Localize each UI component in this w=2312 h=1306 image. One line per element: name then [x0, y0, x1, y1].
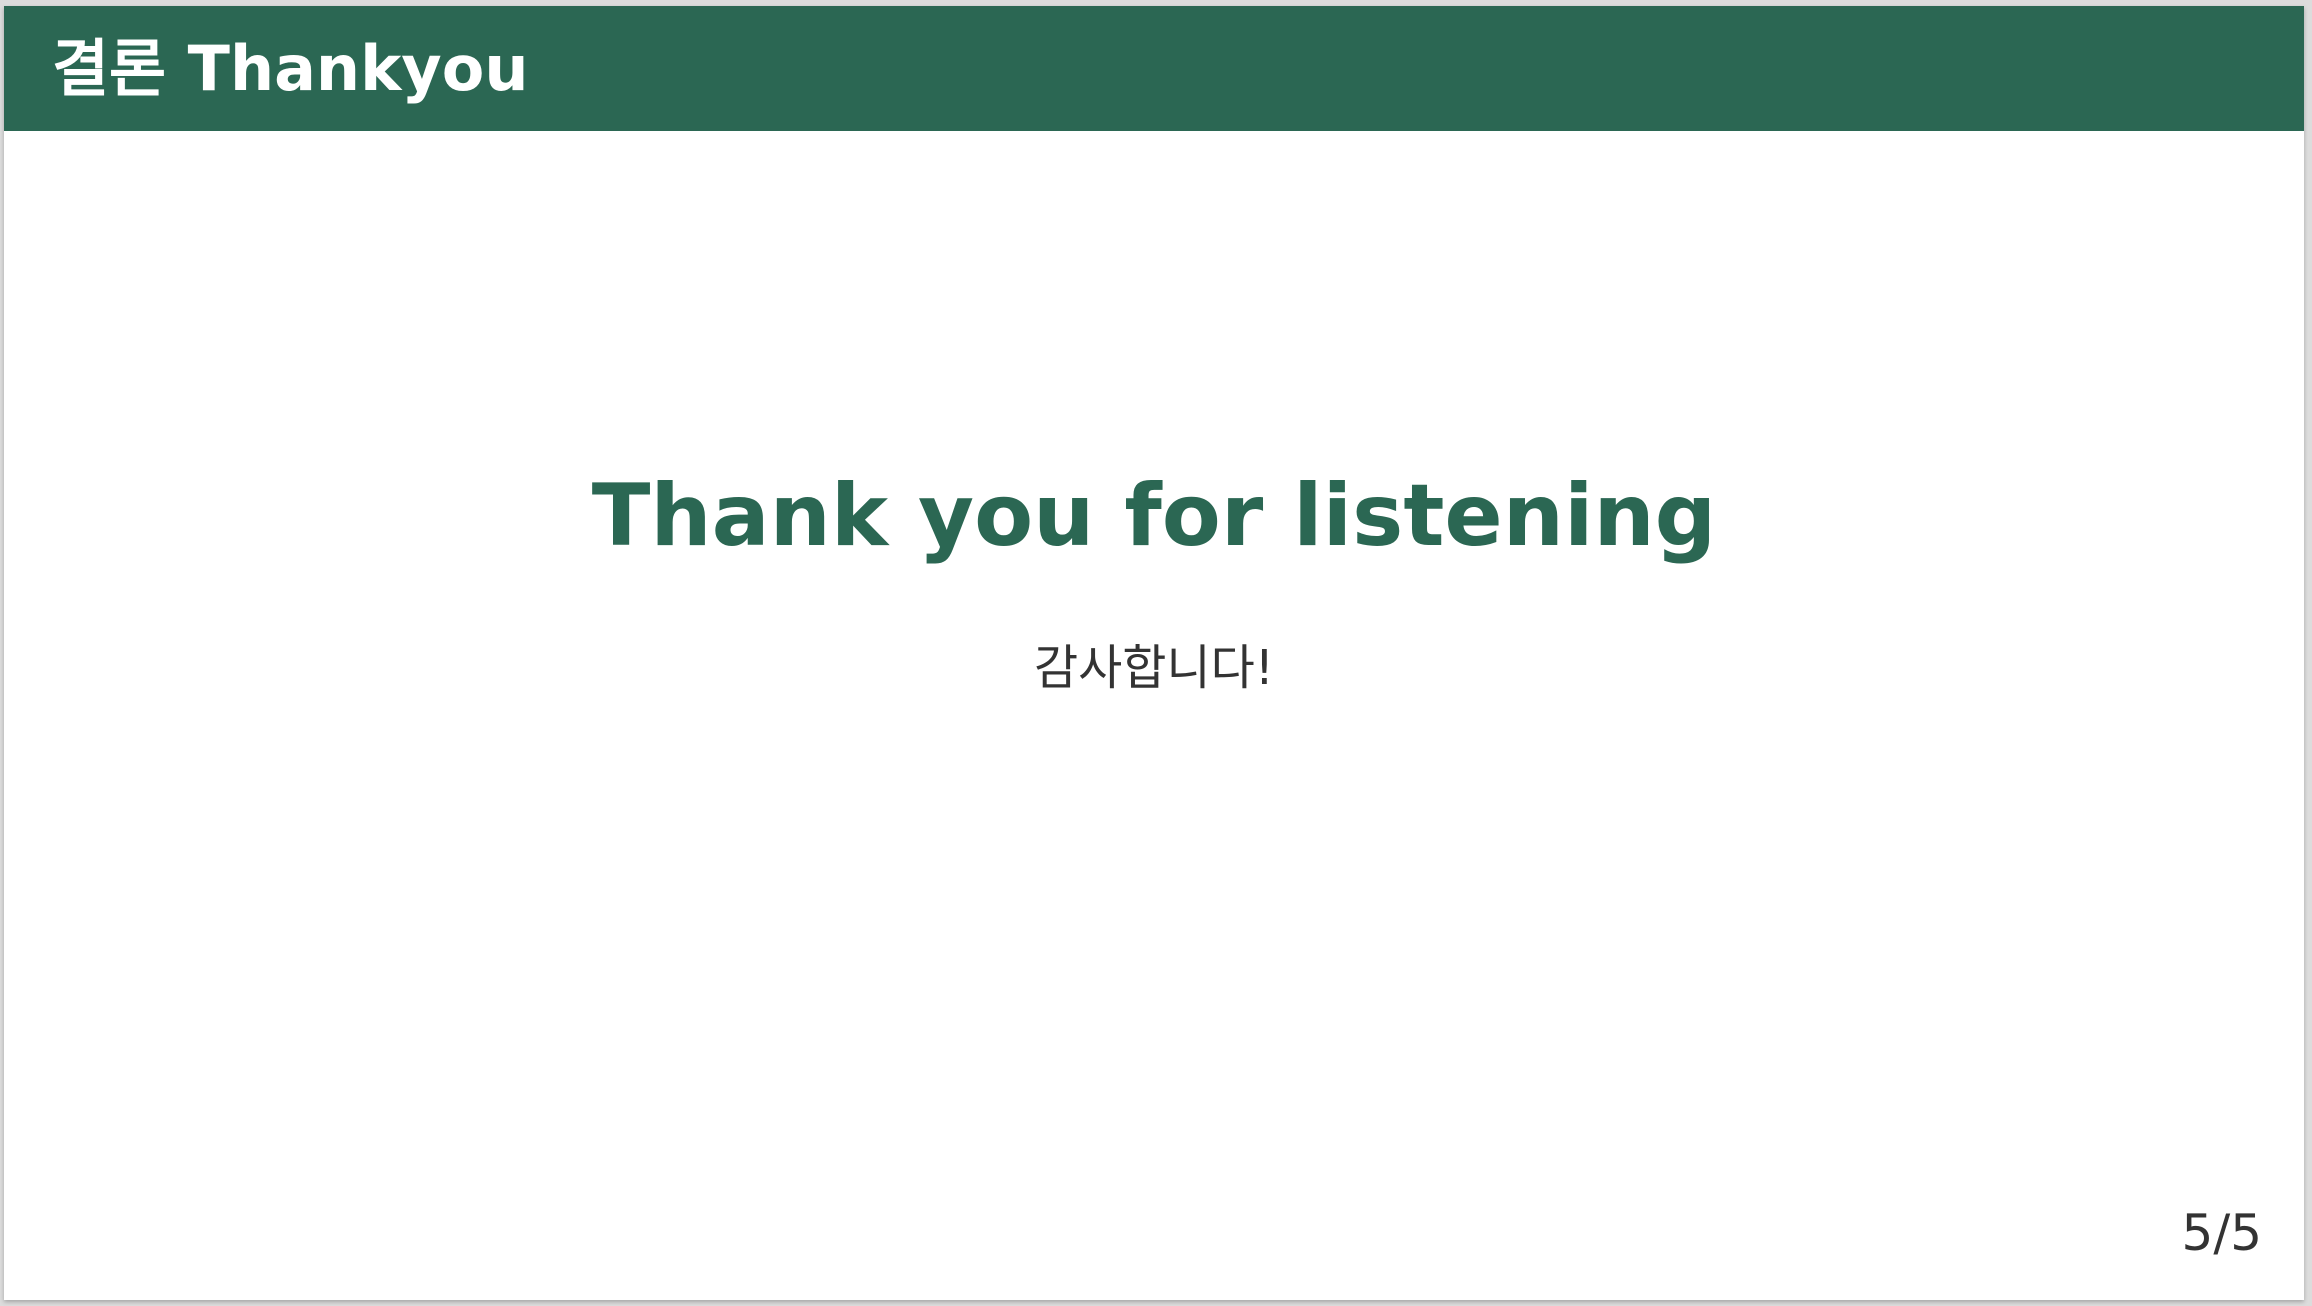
header-title: 결론 Thankyou	[52, 32, 529, 105]
page-number: 5/5	[2181, 1204, 2262, 1262]
main-title: Thank you for listening	[591, 466, 1717, 566]
header-bar: 결론 Thankyou	[4, 6, 2304, 131]
slide: 결론 Thankyou Thank you for listening 감사합니…	[4, 6, 2304, 1300]
subtitle: 감사합니다!	[1033, 640, 1275, 696]
